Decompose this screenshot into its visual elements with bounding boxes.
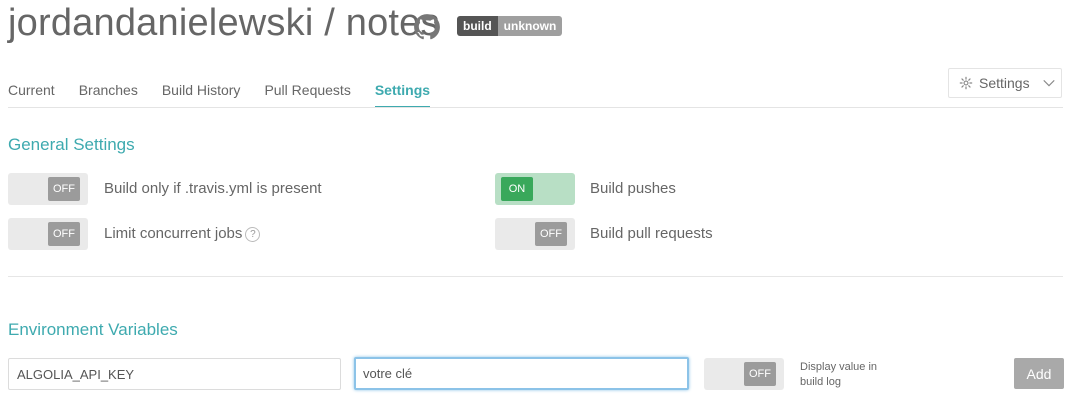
option-label-build-travis-yml: Build only if .travis.yml is present (104, 180, 322, 197)
toggle-knob: OFF (48, 177, 80, 201)
build-status-badge[interactable]: build unknown (457, 16, 563, 36)
tab-build-history[interactable]: Build History (162, 82, 241, 108)
tab-pull-requests[interactable]: Pull Requests (264, 82, 350, 108)
settings-dropdown-label: Settings (979, 75, 1030, 91)
chevron-down-icon (1042, 79, 1055, 87)
option-label-build-pushes: Build pushes (590, 180, 676, 197)
toggle-build-travis-yml[interactable]: OFF (8, 173, 88, 205)
toggle-build-pushes[interactable]: ON (495, 173, 575, 205)
toggle-knob: OFF (535, 222, 567, 246)
tabs-divider (8, 107, 1063, 108)
option-label-limit-concurrent-jobs: Limit concurrent jobs (104, 225, 243, 242)
toggle-knob: OFF (744, 362, 776, 386)
gear-icon (959, 76, 973, 90)
display-value-label: Display value in build log (800, 361, 878, 388)
add-env-var-button[interactable]: Add (1014, 358, 1064, 389)
settings-dropdown[interactable]: Settings (948, 68, 1062, 98)
toggle-limit-concurrent-jobs[interactable]: OFF (8, 218, 88, 250)
section-divider (8, 276, 1063, 277)
option-limit-concurrent-jobs: Limit concurrent jobs? (104, 225, 261, 242)
env-value-input[interactable] (354, 357, 689, 390)
repo-tabs: Current Branches Build History Pull Requ… (8, 82, 454, 108)
help-icon[interactable]: ? (245, 227, 261, 242)
toggle-knob: ON (501, 177, 533, 201)
tab-current[interactable]: Current (8, 82, 55, 108)
tab-settings[interactable]: Settings (374, 82, 431, 108)
env-vars-title: Environment Variables (8, 320, 178, 339)
toggle-display-value[interactable]: OFF (704, 358, 784, 390)
github-icon[interactable] (412, 12, 442, 42)
badge-left: build (457, 16, 498, 36)
general-settings-title: General Settings (8, 135, 135, 154)
toggle-knob: OFF (48, 222, 80, 246)
tab-branches[interactable]: Branches (79, 82, 138, 108)
env-name-input[interactable] (8, 358, 341, 390)
option-label-build-pull-requests: Build pull requests (590, 225, 713, 242)
toggle-build-pull-requests[interactable]: OFF (495, 218, 575, 250)
repo-title: jordandanielewski / notes (8, 2, 440, 44)
badge-right: unknown (497, 16, 563, 36)
